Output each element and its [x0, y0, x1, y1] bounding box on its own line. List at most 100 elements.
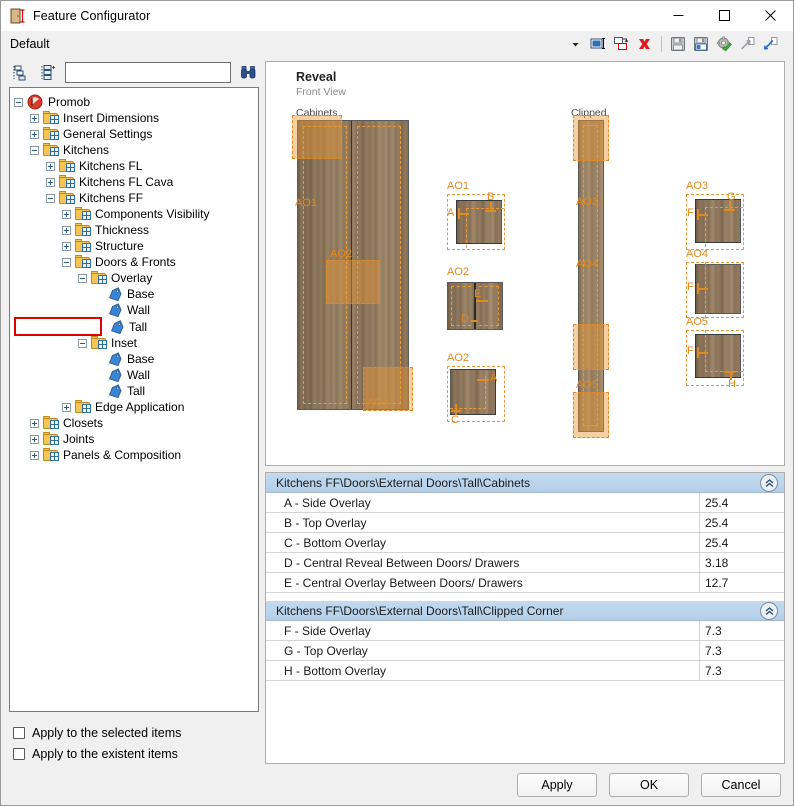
tree-expander-expand[interactable]: [46, 177, 55, 187]
cancel-button[interactable]: Cancel: [701, 772, 781, 797]
tree-item-tall[interactable]: Tall: [14, 383, 258, 399]
tree-item-doors-fronts[interactable]: Doors & Fronts: [14, 254, 258, 270]
apply-selected-checkbox[interactable]: [13, 726, 25, 739]
tree-expander-expand[interactable]: [62, 402, 71, 412]
folder-icon: [43, 111, 59, 125]
tree-item-kitchens[interactable]: Kitchens: [14, 142, 258, 158]
collapse-all-icon[interactable]: [9, 61, 31, 83]
dim-a2-line: [477, 379, 489, 381]
tree-item-kitchens-fl-cava[interactable]: Kitchens FL Cava: [14, 174, 258, 190]
find-binoculars-icon[interactable]: [237, 61, 259, 83]
tree-expander-expand[interactable]: [30, 450, 39, 460]
grid-row-value[interactable]: 25.4: [699, 493, 784, 512]
grid-row-value[interactable]: 12.7: [699, 573, 784, 592]
checkbox-row-selected-items[interactable]: Apply to the selected items: [13, 722, 259, 743]
search-input[interactable]: [65, 61, 231, 83]
tree-item-structure[interactable]: Structure: [14, 238, 258, 254]
preview-canvas[interactable]: Reveal Front View Cabinets Clipped AO1 A…: [265, 61, 785, 466]
tree-expander-expand[interactable]: [30, 434, 39, 444]
grid-row[interactable]: B - Top Overlay 25.4: [266, 513, 784, 533]
tree-item-base[interactable]: Base: [14, 286, 258, 302]
grid-row-value[interactable]: 3.18: [699, 553, 784, 572]
tree-expander-expand[interactable]: [62, 209, 71, 219]
apply-button[interactable]: Apply: [517, 772, 597, 797]
grid-row-value[interactable]: 7.3: [699, 661, 784, 680]
apply-existent-checkbox[interactable]: [13, 747, 25, 760]
folder-icon: [75, 207, 91, 221]
export-icon[interactable]: [737, 34, 758, 55]
grid-row-label: F - Side Overlay: [284, 623, 371, 638]
folder-icon: [75, 239, 91, 253]
tree-item-wall[interactable]: Wall: [14, 367, 258, 383]
grid-group-header[interactable]: Kitchens FF\Doors\External Doors\Tall\Ca…: [266, 473, 784, 493]
grid-row[interactable]: D - Central Reveal Between Doors/ Drawer…: [266, 553, 784, 573]
tree-item-general-settings[interactable]: General Settings: [14, 126, 258, 142]
grid-row-value[interactable]: 7.3: [699, 641, 784, 660]
close-button[interactable]: [747, 1, 793, 31]
tree-expander-collapse[interactable]: [14, 97, 23, 107]
ok-button[interactable]: OK: [609, 772, 689, 797]
grid-row-value[interactable]: 7.3: [699, 621, 784, 640]
tree-item-joints[interactable]: Joints: [14, 431, 258, 447]
gear-check-icon[interactable]: [714, 34, 735, 55]
grid-row[interactable]: G - Top Overlay 7.3: [266, 641, 784, 661]
tree-expander-expand[interactable]: [30, 129, 39, 139]
grid-row[interactable]: A - Side Overlay 25.4: [266, 493, 784, 513]
tree-item-components-visibility[interactable]: Components Visibility: [14, 206, 258, 222]
tree-expander-collapse[interactable]: [78, 338, 87, 348]
highlight-ao2: [326, 260, 380, 304]
grid-row-value[interactable]: 25.4: [699, 513, 784, 532]
tree-item-edge-application[interactable]: Edge Application: [14, 399, 258, 415]
tree-expander-expand[interactable]: [62, 225, 71, 235]
rename-feature-icon[interactable]: [588, 34, 609, 55]
dim-label-g: G: [727, 191, 736, 203]
minimize-button[interactable]: [655, 1, 701, 31]
tree-expander-collapse[interactable]: [30, 145, 39, 155]
highlight-ao5: [573, 392, 609, 438]
grid-row[interactable]: C - Bottom Overlay 25.4: [266, 533, 784, 553]
duplicate-feature-icon[interactable]: [611, 34, 632, 55]
properties-grid[interactable]: Kitchens FF\Doors\External Doors\Tall\Ca…: [265, 472, 785, 764]
delete-feature-icon[interactable]: [634, 34, 655, 55]
checkbox-row-existent-items[interactable]: Apply to the existent items: [13, 743, 259, 764]
chevron-down-icon[interactable]: [568, 35, 582, 53]
tree-item-inset[interactable]: Inset: [14, 335, 258, 351]
preset-name-label: Default: [10, 37, 50, 51]
import-icon[interactable]: [760, 34, 781, 55]
feature-tree[interactable]: Promob Insert Dimensions General Setting…: [9, 87, 259, 712]
grid-row-label: D - Central Reveal Between Doors/ Drawer…: [284, 555, 520, 570]
grid-row-value[interactable]: 25.4: [699, 533, 784, 552]
grid-row-label: C - Bottom Overlay: [284, 535, 387, 550]
tree-item-kitchens-fl[interactable]: Kitchens FL: [14, 158, 258, 174]
dim-g-tick: [724, 209, 735, 211]
tree-item-wall[interactable]: Wall: [14, 302, 258, 318]
tree-expander-expand[interactable]: [46, 161, 55, 171]
save-as-icon[interactable]: [691, 34, 712, 55]
tree-item-closets[interactable]: Closets: [14, 415, 258, 431]
tree-item-panels-composition[interactable]: Panels & Composition: [14, 447, 258, 463]
tree-item-kitchens-ff[interactable]: Kitchens FF: [14, 190, 258, 206]
tree-item-insert-dimensions[interactable]: Insert Dimensions: [14, 110, 258, 126]
tree-expander-collapse[interactable]: [78, 273, 87, 283]
grid-group-header[interactable]: Kitchens FF\Doors\External Doors\Tall\Cl…: [266, 601, 784, 621]
tree-expander-collapse[interactable]: [62, 257, 71, 267]
tree-item-thickness[interactable]: Thickness: [14, 222, 258, 238]
tree-expander-expand[interactable]: [62, 241, 71, 251]
tree-item-label: Wall: [127, 368, 150, 382]
tree-item-base[interactable]: Base: [14, 351, 258, 367]
grid-row[interactable]: H - Bottom Overlay 7.3: [266, 661, 784, 681]
preset-toolbar: Default: [1, 31, 793, 57]
tree-expander-expand[interactable]: [30, 113, 39, 123]
tree-item-overlay[interactable]: Overlay: [14, 270, 258, 286]
tree-item-tall[interactable]: Tall: [14, 317, 147, 336]
grid-row[interactable]: E - Central Overlay Between Doors/ Drawe…: [266, 573, 784, 593]
maximize-button[interactable]: [701, 1, 747, 31]
chevron-double-up-icon[interactable]: [760, 602, 778, 620]
tree-expander-collapse[interactable]: [46, 193, 55, 203]
grid-row[interactable]: F - Side Overlay 7.3: [266, 621, 784, 641]
tree-expander-expand[interactable]: [30, 418, 39, 428]
chevron-double-up-icon[interactable]: [760, 474, 778, 492]
tree-item-promob[interactable]: Promob: [14, 94, 258, 110]
expand-all-icon[interactable]: [37, 61, 59, 83]
save-icon[interactable]: [668, 34, 689, 55]
